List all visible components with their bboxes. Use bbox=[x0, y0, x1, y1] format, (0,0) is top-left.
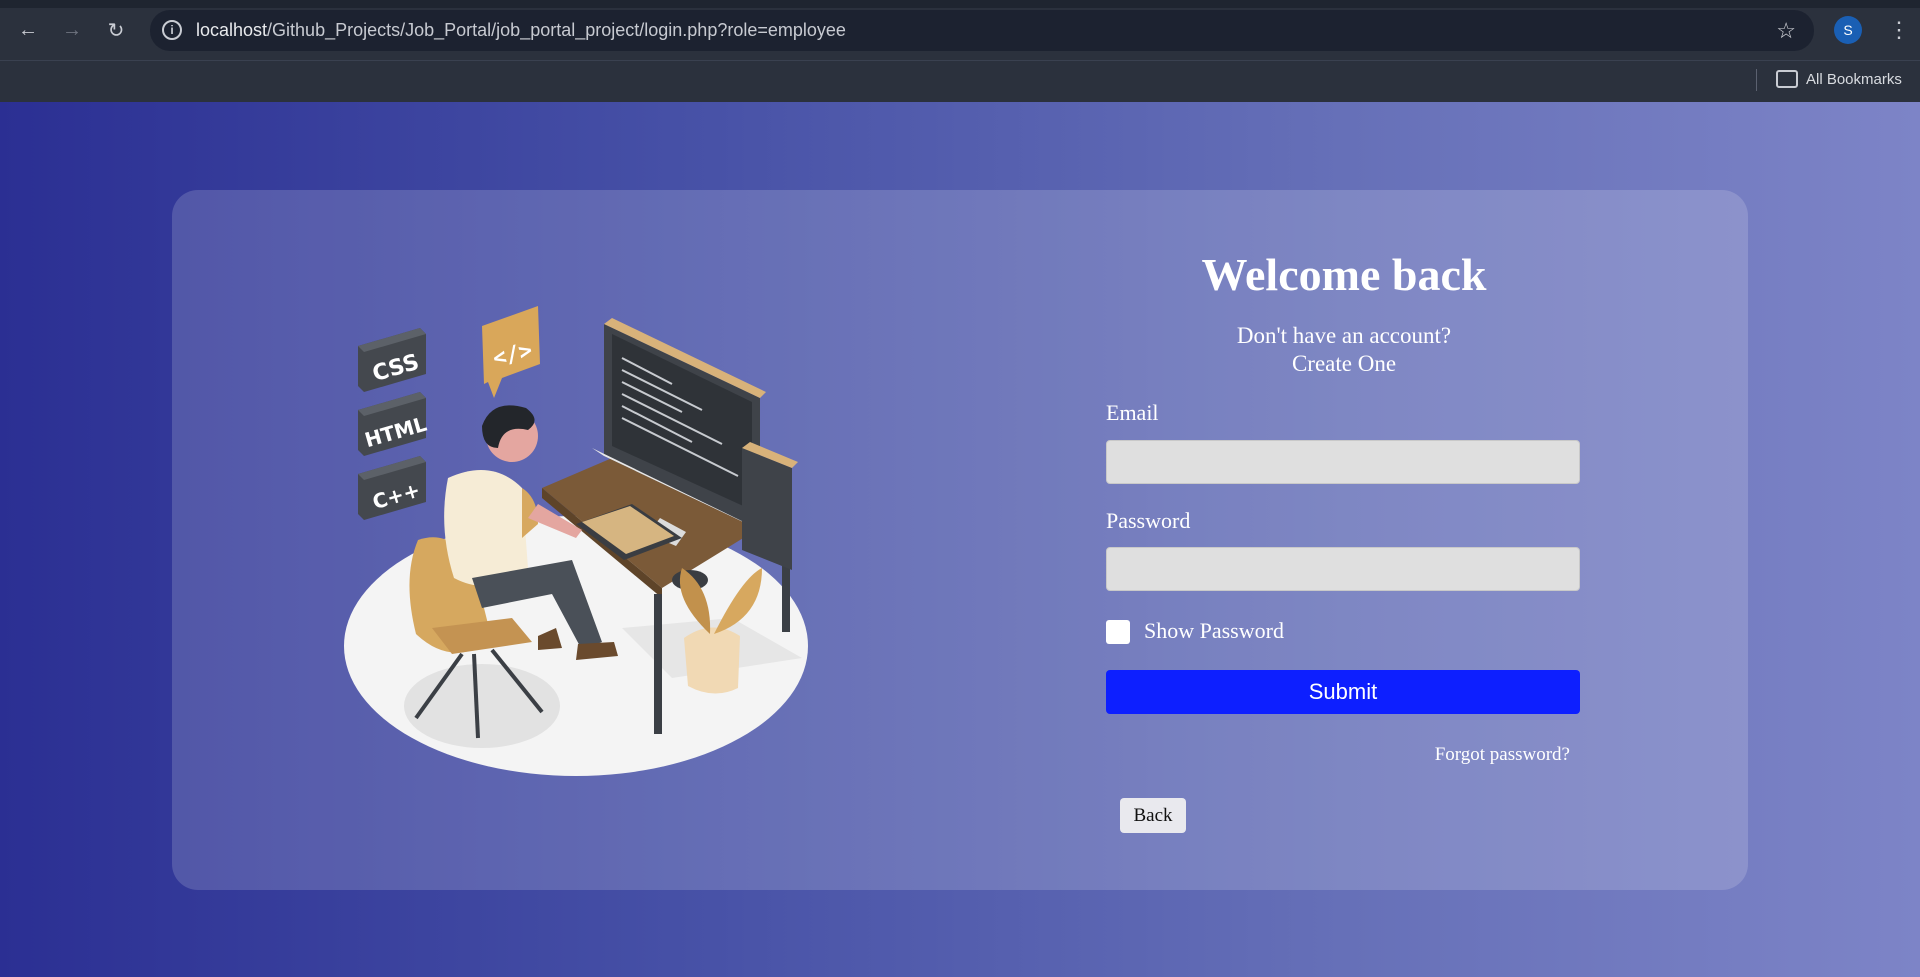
welcome-title: Welcome back bbox=[1201, 249, 1487, 300]
address-bar[interactable]: i localhost/Github_Projects/Job_Portal/j… bbox=[150, 10, 1814, 51]
folder-icon[interactable] bbox=[1776, 70, 1798, 88]
login-card: CSS HTML C++ </> Welcome back Don't have… bbox=[172, 190, 1748, 890]
site-info-icon[interactable]: i bbox=[162, 20, 182, 40]
tab-strip bbox=[0, 0, 1920, 8]
forward-arrow-icon[interactable]: → bbox=[56, 14, 88, 46]
email-label: Email bbox=[1106, 400, 1159, 425]
reload-icon[interactable]: ↻ bbox=[100, 14, 132, 46]
profile-avatar[interactable]: S bbox=[1834, 16, 1862, 44]
back-button[interactable]: Back bbox=[1120, 798, 1186, 833]
bookmarks-divider bbox=[1756, 69, 1757, 91]
password-label: Password bbox=[1106, 508, 1191, 533]
show-password-label[interactable]: Show Password bbox=[1144, 618, 1284, 644]
show-password-checkbox[interactable] bbox=[1106, 620, 1130, 644]
email-input[interactable] bbox=[1106, 440, 1580, 484]
forgot-password-link[interactable]: Forgot password? bbox=[1435, 744, 1570, 766]
back-arrow-icon[interactable]: ← bbox=[12, 14, 44, 46]
html-tag: HTML bbox=[358, 392, 429, 456]
css-tag: CSS bbox=[358, 328, 426, 392]
code-bubble: </> bbox=[482, 306, 540, 398]
bookmark-star-icon[interactable]: ☆ bbox=[1776, 18, 1796, 44]
create-one-link[interactable]: Create One bbox=[1106, 350, 1582, 378]
submit-button[interactable]: Submit bbox=[1106, 670, 1580, 714]
developer-illustration: CSS HTML C++ </> bbox=[344, 306, 808, 776]
cpp-tag: C++ bbox=[358, 456, 426, 520]
signup-prompt: Don't have an account? Create One bbox=[1106, 322, 1582, 378]
all-bookmarks-link[interactable]: All Bookmarks bbox=[1806, 71, 1902, 88]
page-background: CSS HTML C++ </> Welcome back Don't have… bbox=[0, 102, 1920, 977]
no-account-text: Don't have an account? bbox=[1236, 323, 1452, 348]
bookmarks-bar: All Bookmarks bbox=[0, 60, 1920, 102]
address-url[interactable]: localhost/Github_Projects/Job_Portal/job… bbox=[196, 20, 846, 41]
browser-toolbar: ← → ↻ i localhost/Github_Projects/Job_Po… bbox=[0, 0, 1920, 60]
menu-dots-icon[interactable]: ⋮ bbox=[1888, 14, 1910, 46]
password-input[interactable] bbox=[1106, 547, 1580, 591]
